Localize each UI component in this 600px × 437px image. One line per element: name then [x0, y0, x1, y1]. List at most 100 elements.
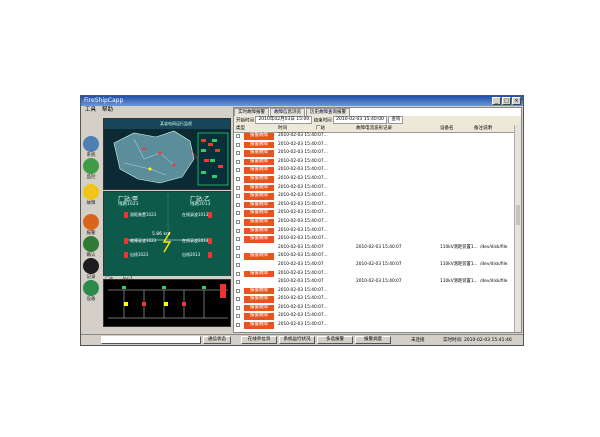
- row-checkbox[interactable]: [236, 159, 240, 164]
- table-row[interactable]: 2010-02-03 15:40:07 2010-02-03 15:40:07 11…: [234, 278, 516, 287]
- menu-item-help[interactable]: 帮助: [102, 106, 113, 114]
- col-type[interactable]: 类型: [236, 125, 245, 132]
- alarm-panel: 实时故障报警 故障信息浏览 历史故障查询报警 开始时间 2010年02月03日 …: [233, 107, 522, 333]
- row-checkbox[interactable]: [236, 228, 240, 233]
- tab-history-query[interactable]: 历史故障查询报警: [306, 108, 350, 116]
- alarm-badge: 报警故障: [244, 158, 274, 166]
- row-checkbox[interactable]: [236, 185, 240, 190]
- map-panel[interactable]: 某省电网运行监视: [103, 118, 231, 190]
- left-item-3[interactable]: 出线1023: [130, 252, 148, 258]
- table-row[interactable]: 报警故障 2010-02-03 15:40:07...: [234, 270, 516, 279]
- status-bar: 通信状态 在线单位浏 系统运行状况 多选报警 报警调度 未连接 实时时间: 20…: [81, 334, 523, 345]
- row-checkbox[interactable]: [236, 245, 240, 250]
- vertical-scrollbar[interactable]: [514, 125, 521, 332]
- row-checkbox[interactable]: [236, 323, 240, 328]
- status-button-multi[interactable]: 多选报警: [317, 336, 353, 344]
- globe-icon[interactable]: [83, 136, 99, 152]
- row-checkbox[interactable]: [236, 142, 240, 147]
- alarm-icon[interactable]: [83, 214, 99, 230]
- alarm-badge: 报警故障: [244, 322, 274, 329]
- status-button-online[interactable]: 在线单位浏: [241, 336, 277, 344]
- table-row[interactable]: 报警故障 2010-02-03 15:40:07...: [234, 166, 516, 175]
- tab-fault-browse[interactable]: 故障信息浏览: [270, 108, 305, 116]
- col-note[interactable]: 备注说明: [474, 125, 492, 132]
- row-checkbox[interactable]: [236, 176, 240, 181]
- table-row[interactable]: 报警故障 2010-02-03 15:40:07...: [234, 227, 516, 236]
- alarm-badge: 报警故障: [244, 184, 274, 192]
- command-input[interactable]: [101, 336, 201, 344]
- alarm-badge: 报警故障: [244, 304, 274, 312]
- row-time: 2010-02-03 15:40:07...: [278, 253, 328, 259]
- to-field[interactable]: 2010-02-03 15:40:00: [333, 116, 387, 124]
- table-row[interactable]: 报警故障 2010-02-03 15:40:07...: [234, 252, 516, 261]
- row-checkbox[interactable]: [236, 280, 240, 285]
- monitor-icon[interactable]: [83, 158, 99, 174]
- row-record: 2010-02-03 15:40:07: [356, 279, 402, 285]
- table-row[interactable]: 报警故障 2010-02-03 15:40:07...: [234, 141, 516, 150]
- row-checkbox[interactable]: [236, 134, 240, 138]
- col-waveform[interactable]: 故障电流波形记录: [356, 125, 392, 132]
- lightning-icon[interactable]: [83, 184, 99, 200]
- row-checkbox[interactable]: [236, 297, 240, 302]
- table-row[interactable]: 报警故障 2010-02-03 15:40:07...: [234, 158, 516, 167]
- left-item-2[interactable]: 故障录波1023: [130, 238, 156, 244]
- row-checkbox[interactable]: [236, 151, 240, 156]
- right-item-3[interactable]: 出线2013: [182, 252, 200, 258]
- row-checkbox[interactable]: [236, 219, 240, 224]
- table-row[interactable]: 报警故障 2010-02-03 15:40:07...: [234, 321, 516, 330]
- tab-realtime-alarm[interactable]: 实时故障报警: [234, 108, 269, 116]
- row-time: 2010-02-03 15:40:07...: [278, 296, 328, 302]
- status-button-dispatch[interactable]: 报警调度: [355, 336, 391, 344]
- left-item-1[interactable]: 测距装置1023: [130, 212, 156, 218]
- table-row[interactable]: 报警故障 2010-02-03 15:40:07...: [234, 287, 516, 296]
- record-icon[interactable]: [83, 258, 99, 274]
- table-row[interactable]: 报警故障 2010-02-03 15:40:07...: [234, 312, 516, 321]
- table-row[interactable]: 报警故障 2010-02-03 15:40:07...: [234, 218, 516, 227]
- table-row[interactable]: 2010-02-03 15:40:07 2010-02-03 15:40:07 11…: [234, 261, 516, 270]
- menu-item-tools[interactable]: 工具: [85, 106, 96, 114]
- row-checkbox[interactable]: [236, 271, 240, 276]
- maximize-button[interactable]: □: [502, 97, 511, 105]
- row-checkbox[interactable]: [236, 202, 240, 207]
- table-row[interactable]: 报警故障 2010-02-03 15:40:07...: [234, 175, 516, 184]
- right-item-2[interactable]: 在线录波2013: [182, 238, 208, 244]
- table-row[interactable]: 报警故障 2010-02-03 15:40:07...: [234, 192, 516, 201]
- ok-icon[interactable]: [83, 236, 99, 252]
- row-checkbox[interactable]: [236, 314, 240, 319]
- table-row[interactable]: 报警故障 2010-02-03 15:40:07...: [234, 201, 516, 210]
- row-time: 2010-02-03 15:40:07...: [278, 184, 328, 190]
- table-row[interactable]: 2010-02-03 15:40:07 2010-02-03 15:40:07 11…: [234, 244, 516, 253]
- row-checkbox[interactable]: [236, 194, 240, 199]
- row-checkbox[interactable]: [236, 237, 240, 242]
- device-icon[interactable]: [83, 280, 99, 296]
- status-button-comm[interactable]: 通信状态: [203, 336, 231, 344]
- right-item-1[interactable]: 在线录波1013: [182, 212, 208, 218]
- col-station[interactable]: 厂站: [316, 125, 325, 132]
- row-checkbox[interactable]: [236, 211, 240, 216]
- rail-label: 设备: [86, 297, 96, 302]
- table-row[interactable]: 报警故障 2010-02-03 15:40:07...: [234, 235, 516, 244]
- table-row[interactable]: 报警故障 2010-02-03 15:40:07...: [234, 295, 516, 304]
- row-time: 2010-02-03 15:40:07...: [278, 322, 328, 328]
- status-button-system[interactable]: 系统运行状况: [279, 336, 315, 344]
- col-time[interactable]: 时间: [278, 125, 287, 132]
- alarm-badge: 报警故障: [244, 133, 274, 140]
- close-button[interactable]: ×: [512, 97, 521, 105]
- query-button[interactable]: 查询: [388, 116, 404, 124]
- scroll-thumb[interactable]: [516, 205, 520, 225]
- row-checkbox[interactable]: [236, 254, 240, 259]
- minimize-button[interactable]: _: [492, 97, 501, 105]
- table-row[interactable]: 报警故障 2010-02-03 15:40:07...: [234, 149, 516, 158]
- table-row[interactable]: 报警故障 2010-02-03 15:40:07...: [234, 184, 516, 193]
- row-checkbox[interactable]: [236, 288, 240, 293]
- row-device: 110kV测距装置1...: [440, 244, 478, 250]
- row-checkbox[interactable]: [236, 305, 240, 310]
- table-row[interactable]: 报警故障 2010-02-03 15:40:07...: [234, 209, 516, 218]
- row-checkbox[interactable]: [236, 262, 240, 267]
- col-device[interactable]: 设备名: [440, 125, 454, 132]
- table-row[interactable]: 报警故障 2010-02-03 15:40:07...: [234, 304, 516, 313]
- table-row[interactable]: 报警故障 2010-02-03 15:40:07...: [234, 132, 516, 141]
- from-field[interactable]: 2010年02月03日 15:00: [255, 116, 313, 124]
- alarm-badge: 报警故障: [244, 287, 274, 295]
- row-checkbox[interactable]: [236, 168, 240, 173]
